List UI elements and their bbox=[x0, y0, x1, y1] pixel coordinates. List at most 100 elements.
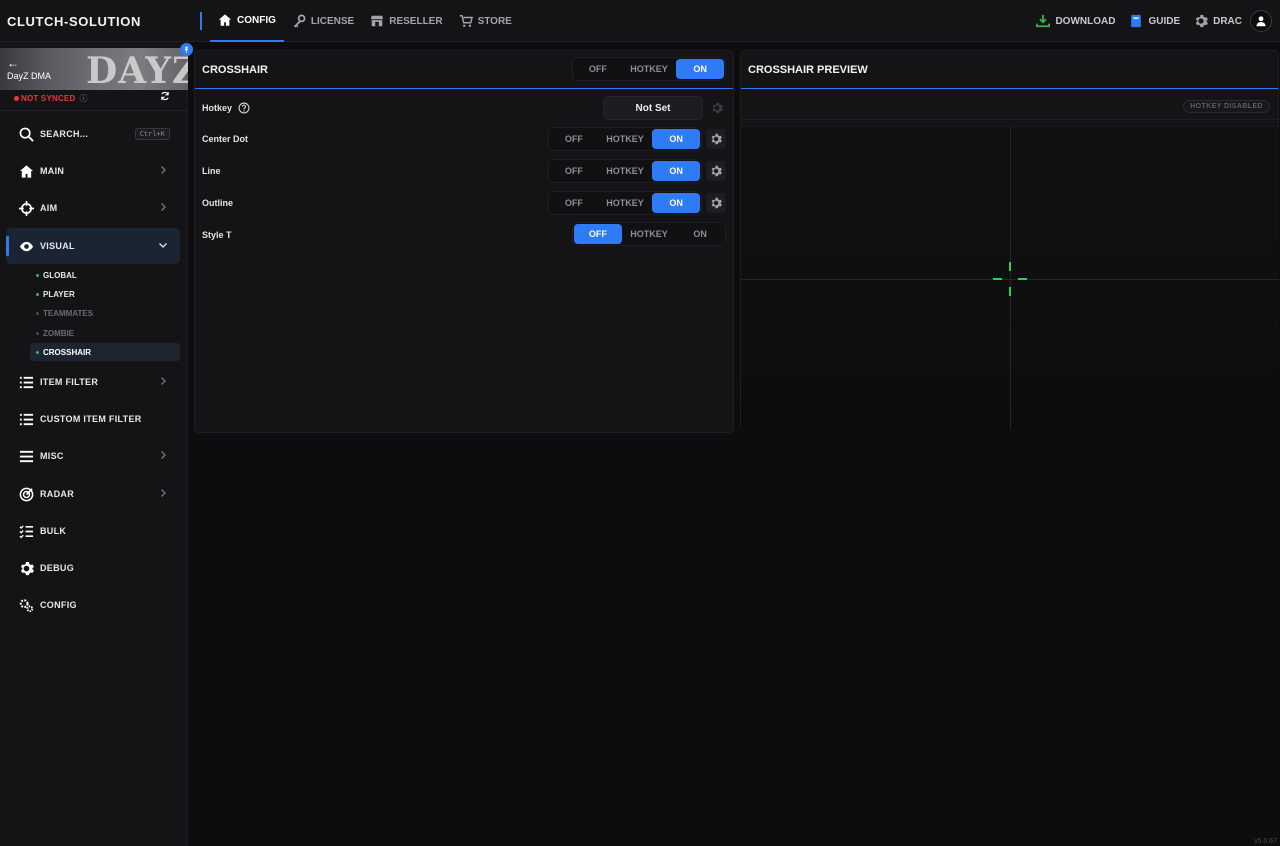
toggle-on-button[interactable]: ON bbox=[676, 224, 724, 244]
download-button[interactable]: DOWNLOAD bbox=[1036, 14, 1115, 28]
toggle-on-button[interactable]: ON bbox=[652, 193, 701, 213]
panel-accent-line bbox=[741, 88, 1278, 89]
tab-config-label: CONFIG bbox=[237, 14, 276, 26]
hotkey-settings-button[interactable] bbox=[707, 98, 727, 118]
sidebar-item-radar[interactable]: RADAR bbox=[6, 476, 180, 512]
sidebar-subitem-teammates[interactable]: TEAMMATES bbox=[30, 304, 180, 322]
back-arrow-icon[interactable]: ← bbox=[7, 56, 19, 70]
hotkey-status-badge: HOTKEY DISABLED bbox=[1183, 100, 1270, 113]
toggle-hotkey-button[interactable]: HOTKEY bbox=[598, 161, 653, 181]
tab-store-label: STORE bbox=[477, 15, 512, 27]
user-icon bbox=[1256, 16, 1266, 27]
status-bullet bbox=[36, 331, 39, 335]
sidebar-item-aim[interactable]: AIM bbox=[6, 190, 180, 226]
game-banner[interactable]: DAYZ ← DayZ DMA bbox=[0, 48, 188, 90]
key-icon bbox=[293, 14, 306, 28]
toggle-off-button[interactable]: OFF bbox=[574, 224, 622, 244]
user-name: DRAC bbox=[1213, 15, 1242, 27]
search-label: SEARCH... bbox=[40, 129, 89, 139]
gear-icon bbox=[711, 133, 722, 145]
sidebar-item-misc[interactable]: MISC bbox=[6, 438, 180, 474]
outline-label: Outline bbox=[202, 198, 233, 208]
toggle-hotkey-button[interactable]: HOTKEY bbox=[622, 59, 677, 79]
toggle-hotkey-button[interactable]: HOTKEY bbox=[598, 193, 653, 213]
sidebar-subitem-zombie[interactable]: ZOMBIE bbox=[30, 324, 180, 342]
sidebar-item-custom-item-filter[interactable]: CUSTOM ITEM FILTER bbox=[6, 401, 180, 437]
toggle-on-button[interactable]: ON bbox=[652, 161, 701, 181]
toggle-hotkey-button[interactable]: HOTKEY bbox=[598, 129, 653, 149]
tab-license[interactable]: LICENSE bbox=[284, 0, 362, 42]
home-icon bbox=[18, 163, 34, 179]
sidebar-item-label: CONFIG bbox=[40, 600, 77, 610]
sidebar-subitem-player[interactable]: PLAYER bbox=[30, 285, 180, 303]
refresh-icon[interactable] bbox=[160, 91, 170, 101]
gear-icon bbox=[711, 165, 722, 177]
checklist-icon bbox=[18, 523, 34, 539]
sidebar-item-config[interactable]: CONFIG bbox=[6, 587, 180, 623]
crosshair-line-right bbox=[1018, 278, 1027, 280]
crosshair-preview-panel: CROSSHAIR PREVIEW HOTKEY DISABLED bbox=[740, 50, 1279, 430]
user-settings-button[interactable]: DRAC bbox=[1194, 14, 1242, 28]
hotkey-bind-button[interactable]: Not Set bbox=[603, 96, 703, 120]
center-dot-settings-button[interactable] bbox=[706, 129, 726, 149]
search-shortcut: Ctrl+K bbox=[134, 128, 170, 140]
tab-reseller[interactable]: RESELLER bbox=[362, 0, 450, 42]
gear-icon bbox=[711, 197, 722, 209]
tab-reseller-label: RESELLER bbox=[389, 15, 443, 27]
crosshair-master-toggle: OFF HOTKEY ON bbox=[572, 57, 726, 81]
tab-store[interactable]: STORE bbox=[451, 0, 520, 42]
avatar[interactable] bbox=[1250, 10, 1272, 32]
outline-toggle: OFF HOTKEY ON bbox=[548, 191, 702, 215]
preview-divider bbox=[741, 119, 1279, 120]
style-t-toggle: OFF HOTKEY ON bbox=[572, 222, 726, 246]
sidebar-subitem-crosshair[interactable]: CROSSHAIR bbox=[30, 343, 180, 361]
toggle-on-button[interactable]: ON bbox=[652, 129, 701, 149]
sidebar-item-bulk[interactable]: BULK bbox=[6, 513, 180, 549]
chevron-right-icon bbox=[161, 377, 166, 385]
radar-icon bbox=[18, 486, 34, 502]
sidebar-item-debug[interactable]: DEBUG bbox=[6, 550, 180, 586]
tab-license-label: LICENSE bbox=[310, 15, 355, 27]
sidebar-item-main[interactable]: MAIN bbox=[6, 153, 180, 189]
subitem-label: GLOBAL bbox=[43, 270, 77, 280]
sidebar-item-label: BULK bbox=[40, 526, 67, 536]
sidebar-item-label: AIM bbox=[40, 203, 58, 213]
line-settings-button[interactable] bbox=[706, 161, 726, 181]
crosshair-line-left bbox=[993, 278, 1002, 280]
sidebar-item-visual[interactable]: VISUAL bbox=[6, 228, 180, 264]
status-bullet bbox=[36, 273, 39, 277]
outline-settings-button[interactable] bbox=[706, 193, 726, 213]
chevron-right-icon bbox=[161, 489, 166, 497]
search-icon bbox=[18, 126, 34, 142]
list-icon bbox=[18, 411, 34, 427]
sidebar-subitem-global[interactable]: GLOBAL bbox=[30, 266, 180, 284]
toggle-hotkey-button[interactable]: HOTKEY bbox=[622, 224, 677, 244]
sidebar-search[interactable]: SEARCH... Ctrl+K bbox=[6, 116, 180, 152]
top-divider bbox=[200, 12, 202, 30]
toggle-off-button[interactable]: OFF bbox=[550, 129, 598, 149]
chevron-right-icon bbox=[161, 166, 166, 174]
status-bullet bbox=[36, 292, 39, 296]
guide-button[interactable]: GUIDE bbox=[1129, 14, 1180, 28]
tab-config[interactable]: CONFIG bbox=[210, 0, 284, 42]
sidebar-item-item-filter[interactable]: ITEM FILTER bbox=[6, 364, 180, 400]
gear-icon bbox=[712, 102, 723, 114]
home-icon bbox=[218, 14, 232, 26]
toggle-off-button[interactable]: OFF bbox=[550, 193, 598, 213]
crosshair-line-bottom bbox=[1009, 287, 1011, 296]
hotkey-row-label: Hotkey bbox=[202, 102, 250, 114]
status-bullet bbox=[36, 350, 39, 354]
chevron-right-icon bbox=[161, 203, 166, 211]
toggle-on-button[interactable]: ON bbox=[676, 59, 725, 79]
pin-icon bbox=[184, 46, 189, 53]
brand-title: CLUTCH-SOLUTION bbox=[7, 14, 141, 29]
top-bar: CLUTCH-SOLUTION CONFIG LICENSE RESELLER … bbox=[0, 0, 1280, 42]
pin-button[interactable] bbox=[180, 43, 193, 56]
info-icon[interactable]: ⓘ bbox=[79, 93, 87, 104]
toggle-off-button[interactable]: OFF bbox=[574, 59, 622, 79]
sidebar-item-label: VISUAL bbox=[40, 241, 75, 251]
book-icon bbox=[1131, 14, 1142, 28]
toggle-off-button[interactable]: OFF bbox=[550, 161, 598, 181]
help-icon[interactable] bbox=[238, 102, 250, 114]
top-nav: CONFIG LICENSE RESELLER STORE bbox=[210, 0, 520, 42]
